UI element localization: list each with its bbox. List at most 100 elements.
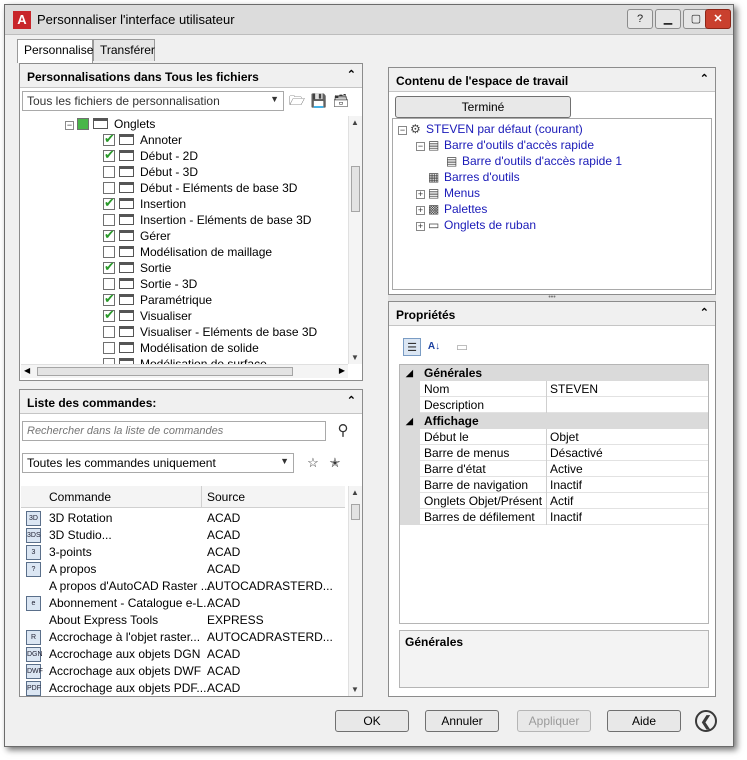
- workspace-tree-item[interactable]: + ▤ Menus: [416, 185, 480, 201]
- expand-node-icon[interactable]: +: [416, 190, 425, 199]
- collapse-category-icon[interactable]: ◢: [406, 365, 413, 381]
- property-value[interactable]: Inactif: [546, 509, 582, 525]
- tab-transferer[interactable]: Transférer: [93, 39, 155, 61]
- expand-node-icon[interactable]: +: [416, 222, 425, 231]
- tree-item-ribbon-tab[interactable]: Modélisation de surface: [103, 356, 267, 364]
- command-row[interactable]: DWF Accrochage aux objets DWF ACAD: [21, 663, 345, 680]
- tree-item-ribbon-tab[interactable]: Paramétrique: [103, 291, 212, 308]
- collapse-icon[interactable]: ⌃: [347, 68, 356, 81]
- cancel-button[interactable]: Annuler: [425, 710, 499, 732]
- property-row[interactable]: Description: [400, 397, 708, 413]
- workspace-tree-item[interactable]: − ▤ Barre d'outils d'accès rapide: [416, 137, 594, 153]
- property-value[interactable]: Objet: [546, 429, 579, 445]
- column-header-source[interactable]: Source: [207, 490, 245, 504]
- tree-item-ribbon-tab[interactable]: Gérer: [103, 227, 171, 244]
- scroll-down-icon[interactable]: ▼: [351, 353, 359, 362]
- apply-button[interactable]: Appliquer: [517, 710, 591, 732]
- workspace-tree-item[interactable]: + ▩ Palettes: [416, 201, 487, 217]
- property-value[interactable]: Active: [546, 461, 583, 477]
- property-row[interactable]: Barres de défilement Inactif: [400, 509, 708, 525]
- command-row[interactable]: 3 3-points ACAD: [21, 544, 345, 561]
- ok-button[interactable]: OK: [335, 710, 409, 732]
- scroll-thumb[interactable]: [351, 166, 360, 212]
- property-row[interactable]: Début le Objet: [400, 429, 708, 445]
- tab-visibility-checkbox[interactable]: [103, 147, 115, 163]
- tree-item-ribbon-tab[interactable]: Annoter: [103, 131, 182, 148]
- scroll-right-icon[interactable]: ▶: [339, 366, 345, 375]
- command-row[interactable]: 3DS 3D Studio... ACAD: [21, 527, 345, 544]
- sort-alphabetical-icon[interactable]: A↓: [425, 338, 443, 356]
- workspace-tree-item[interactable]: − ⚙ STEVEN par défaut (courant): [398, 121, 583, 137]
- command-list-scrollbar[interactable]: ▲ ▼: [348, 486, 362, 696]
- command-row[interactable]: ? A propos ACAD: [21, 561, 345, 578]
- tab-visibility-checkbox[interactable]: [103, 195, 115, 211]
- property-value[interactable]: [546, 397, 550, 413]
- tree-item-ribbon-tab[interactable]: Visualiser: [103, 307, 192, 324]
- collapse-node-icon[interactable]: −: [65, 121, 74, 130]
- tab-visibility-checkbox[interactable]: [103, 182, 115, 194]
- minimize-button[interactable]: ▁: [655, 9, 681, 29]
- filter-star-icon[interactable]: ☆: [304, 454, 322, 472]
- categorized-view-icon[interactable]: ☰: [403, 338, 421, 356]
- property-row[interactable]: Barre d'état Active: [400, 461, 708, 477]
- tab-visibility-checkbox[interactable]: [103, 342, 115, 354]
- tab-visibility-checkbox[interactable]: [103, 291, 115, 307]
- property-value[interactable]: Désactivé: [546, 445, 603, 461]
- command-row[interactable]: 3D 3D Rotation ACAD: [21, 510, 345, 527]
- scroll-up-icon[interactable]: ▲: [351, 488, 359, 497]
- command-row[interactable]: PDF Accrochage aux objets PDF... ACAD: [21, 680, 345, 696]
- column-header-command[interactable]: Commande: [49, 490, 111, 504]
- tree-item-ribbon-tab[interactable]: Modélisation de solide: [103, 340, 259, 356]
- collapse-icon[interactable]: ⌃: [700, 306, 709, 319]
- collapse-panel-icon[interactable]: ❮: [695, 710, 717, 732]
- tab-personnaliser[interactable]: Personnaliser: [17, 39, 97, 63]
- command-row[interactable]: DGN Accrochage aux objets DGN ACAD: [21, 646, 345, 663]
- open-folder-icon[interactable]: 🗁: [288, 92, 306, 110]
- tree-item-ribbon-tab[interactable]: Sortie - 3D: [103, 276, 197, 292]
- tab-visibility-checkbox[interactable]: [103, 131, 115, 147]
- tree-item-onglets[interactable]: − Onglets: [65, 116, 155, 132]
- tree-item-ribbon-tab[interactable]: Visualiser - Eléments de base 3D: [103, 324, 317, 340]
- command-row[interactable]: About Express Tools EXPRESS: [21, 612, 345, 629]
- tab-visibility-checkbox[interactable]: [103, 307, 115, 323]
- tab-visibility-checkbox[interactable]: [103, 246, 115, 258]
- command-filter-combo[interactable]: Toutes les commandes uniquement ▼: [22, 453, 294, 473]
- command-row[interactable]: A propos d'AutoCAD Raster ... AUTOCADRAST…: [21, 578, 345, 595]
- new-command-icon[interactable]: ✭: [326, 454, 344, 472]
- scroll-down-icon[interactable]: ▼: [351, 685, 359, 694]
- customization-file-combo[interactable]: Tous les fichiers de personnalisation ▼: [22, 91, 284, 111]
- property-row[interactable]: Onglets Objet/Présentation Actif: [400, 493, 708, 509]
- tree-vertical-scrollbar[interactable]: ▲ ▼: [348, 116, 362, 364]
- workspace-tree-item[interactable]: ▦ Barres d'outils: [416, 169, 520, 185]
- tree-item-ribbon-tab[interactable]: Début - Eléments de base 3D: [103, 180, 297, 196]
- command-search-input[interactable]: [22, 421, 326, 441]
- tree-item-ribbon-tab[interactable]: Début - 3D: [103, 164, 198, 180]
- done-button[interactable]: Terminé: [395, 96, 571, 118]
- scroll-left-icon[interactable]: ◀: [24, 366, 30, 375]
- tree-item-ribbon-tab[interactable]: Début - 2D: [103, 147, 198, 164]
- close-button[interactable]: ✕: [705, 9, 731, 29]
- help-button[interactable]: Aide: [607, 710, 681, 732]
- scroll-up-icon[interactable]: ▲: [351, 118, 359, 127]
- property-row[interactable]: Nom STEVEN: [400, 381, 708, 397]
- collapse-icon[interactable]: ⌃: [700, 72, 709, 85]
- collapse-icon[interactable]: ⌃: [347, 394, 356, 407]
- property-row[interactable]: Barre de navigation Inactif: [400, 477, 708, 493]
- tab-visibility-checkbox[interactable]: [103, 259, 115, 275]
- expand-node-icon[interactable]: +: [416, 206, 425, 215]
- property-row[interactable]: Barre de menus Désactivé: [400, 445, 708, 461]
- workspace-tree-item[interactable]: ▤ Barre d'outils d'accès rapide 1: [434, 153, 622, 169]
- tab-visibility-checkbox[interactable]: [103, 166, 115, 178]
- property-value[interactable]: Actif: [546, 493, 573, 509]
- scroll-thumb[interactable]: [351, 504, 360, 520]
- tab-visibility-checkbox[interactable]: [103, 227, 115, 243]
- search-icon[interactable]: ⚲: [334, 422, 352, 440]
- horizontal-scroll-thumb[interactable]: [37, 367, 293, 376]
- tab-visibility-checkbox[interactable]: [103, 278, 115, 290]
- tree-item-ribbon-tab[interactable]: Modélisation de maillage: [103, 244, 272, 260]
- partial-checkbox[interactable]: [77, 118, 89, 130]
- help-window-button[interactable]: ?: [627, 9, 653, 29]
- tree-item-ribbon-tab[interactable]: Insertion: [103, 195, 186, 212]
- workspace-tree-item[interactable]: + ▭ Onglets de ruban: [416, 217, 536, 233]
- tree-horizontal-scrollbar[interactable]: ◀ ▶: [21, 364, 348, 378]
